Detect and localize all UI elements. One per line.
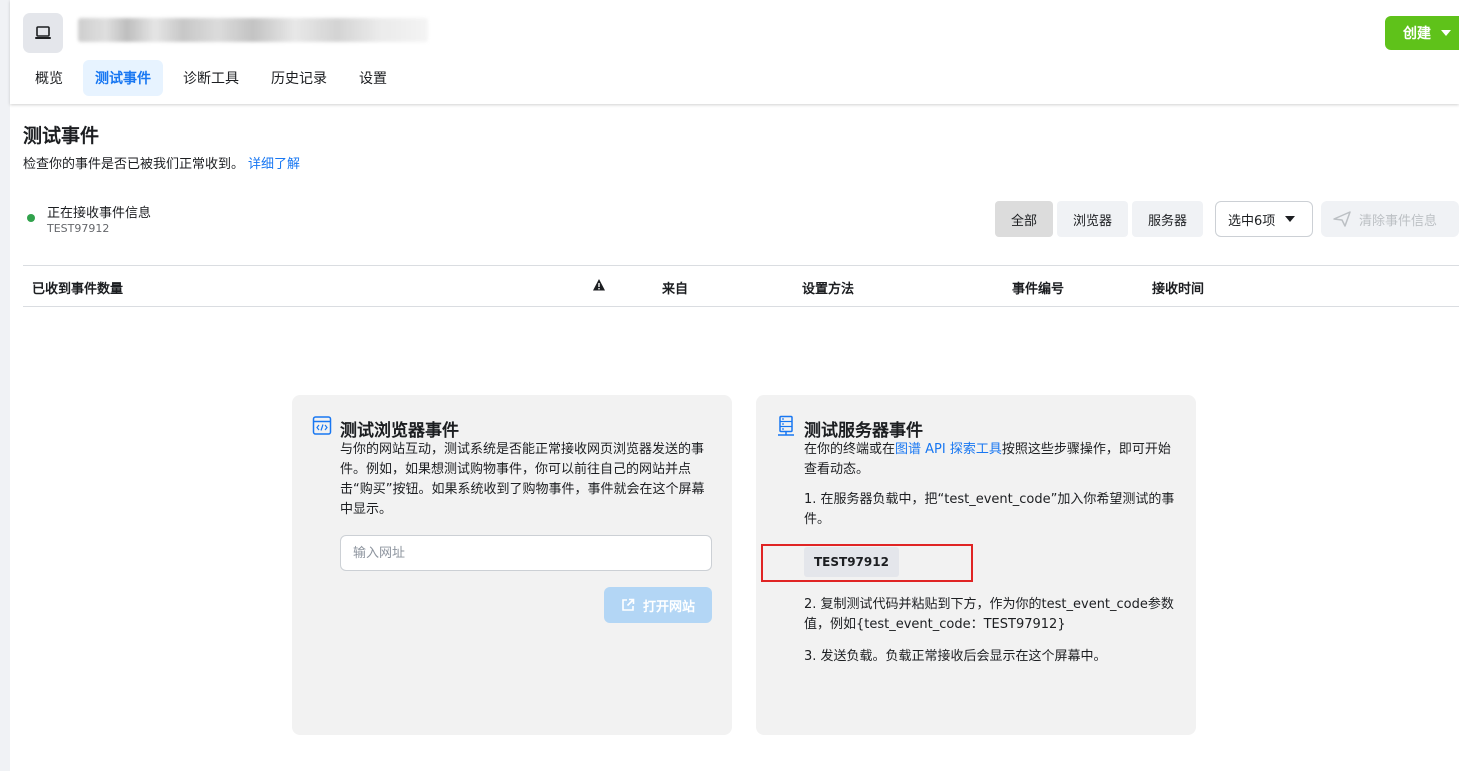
server-card-description: 在你的终端或在图谱 API 探索工具按照这些步骤操作，即可开始查看动态。 — [804, 440, 1178, 480]
clear-events-button[interactable]: 清除事件信息 — [1321, 201, 1459, 237]
select-label: 选中6项 — [1228, 213, 1276, 229]
create-button[interactable]: 创建 — [1385, 16, 1459, 50]
clear-events-label: 清除事件信息 — [1359, 213, 1438, 229]
create-button-label: 创建 — [1403, 26, 1431, 42]
graph-api-explorer-link[interactable]: 图谱 API 探索工具 — [895, 442, 1002, 457]
laptop-icon[interactable] — [23, 13, 63, 53]
subtitle-text: 检查你的事件是否已被我们正常收到。 — [23, 157, 245, 172]
server-step-3: 3. 发送负载。负载正常接收后会显示在这个屏幕中。 — [804, 649, 1107, 664]
browser-events-card: 测试浏览器事件 与你的网站互动，测试系统是否能正常接收网页浏览器发送的事件。例如… — [292, 395, 732, 735]
redacted-title — [78, 18, 428, 42]
header: 创建 概览 测试事件 诊断工具 历史记录 设置 — [10, 0, 1459, 104]
open-website-label: 打开网站 — [642, 599, 695, 615]
server-step-1: 1. 在服务器负载中，把“test_event_code”加入你希望测试的事件。 — [804, 492, 1175, 527]
column-received-count[interactable]: 已收到事件数量 — [32, 278, 123, 297]
page-subtitle: 检查你的事件是否已被我们正常收到。 详细了解 — [23, 153, 300, 172]
source-filter: 全部 浏览器 服务器 — [995, 201, 1207, 237]
column-received-time[interactable]: 接收时间 — [1152, 278, 1204, 297]
send-icon — [1333, 211, 1351, 227]
column-event-id[interactable]: 事件编号 — [1012, 278, 1064, 297]
tab-history[interactable]: 历史记录 — [259, 60, 339, 96]
open-website-button[interactable]: 打开网站 — [604, 587, 712, 623]
filter-server-button[interactable]: 服务器 — [1132, 201, 1204, 237]
filter-browser-button[interactable]: 浏览器 — [1057, 201, 1129, 237]
browser-card-title: 测试浏览器事件 — [340, 421, 459, 441]
url-input[interactable] — [340, 535, 712, 571]
page-title: 测试事件 — [23, 125, 100, 147]
events-table-header: 已收到事件数量 来自 设置方法 事件编号 接收时间 — [23, 265, 1459, 307]
tab-bar: 概览 测试事件 诊断工具 历史记录 设置 — [23, 60, 407, 96]
filter-all-button[interactable]: 全部 — [995, 201, 1054, 237]
chevron-down-icon — [1285, 216, 1296, 222]
event-select-dropdown[interactable]: 选中6项 — [1215, 201, 1313, 237]
warning-icon — [593, 279, 605, 291]
status-text: 正在接收事件信息 — [47, 206, 152, 221]
column-source[interactable]: 来自 — [662, 278, 688, 297]
code-window-icon — [312, 416, 332, 435]
server-icon — [778, 415, 794, 436]
server-events-card: 测试服务器事件 在你的终端或在图谱 API 探索工具按照这些步骤操作，即可开始查… — [756, 395, 1196, 735]
status-code: TEST97912 — [47, 222, 110, 235]
learn-more-link[interactable]: 详细了解 — [248, 157, 300, 172]
tab-settings[interactable]: 设置 — [347, 60, 399, 96]
browser-card-description: 与你的网站互动，测试系统是否能正常接收网页浏览器发送的事件。例如，如果想测试购物… — [340, 442, 705, 517]
test-code-badge[interactable]: TEST97912 — [804, 547, 899, 577]
left-strip — [0, 0, 10, 771]
column-setup-method[interactable]: 设置方法 — [802, 278, 854, 297]
chevron-down-icon — [1441, 30, 1451, 36]
tab-test-events[interactable]: 测试事件 — [83, 60, 163, 96]
external-link-icon — [622, 598, 635, 611]
server-step-2: 2. 复制测试代码并粘贴到下方，作为你的test_event_code参数值，例… — [804, 597, 1174, 632]
server-card-title: 测试服务器事件 — [804, 421, 923, 441]
tab-diagnostics[interactable]: 诊断工具 — [171, 60, 251, 96]
status-dot — [27, 214, 35, 222]
tab-overview[interactable]: 概览 — [23, 60, 75, 96]
server-desc-prefix: 在你的终端或在 — [804, 442, 896, 457]
